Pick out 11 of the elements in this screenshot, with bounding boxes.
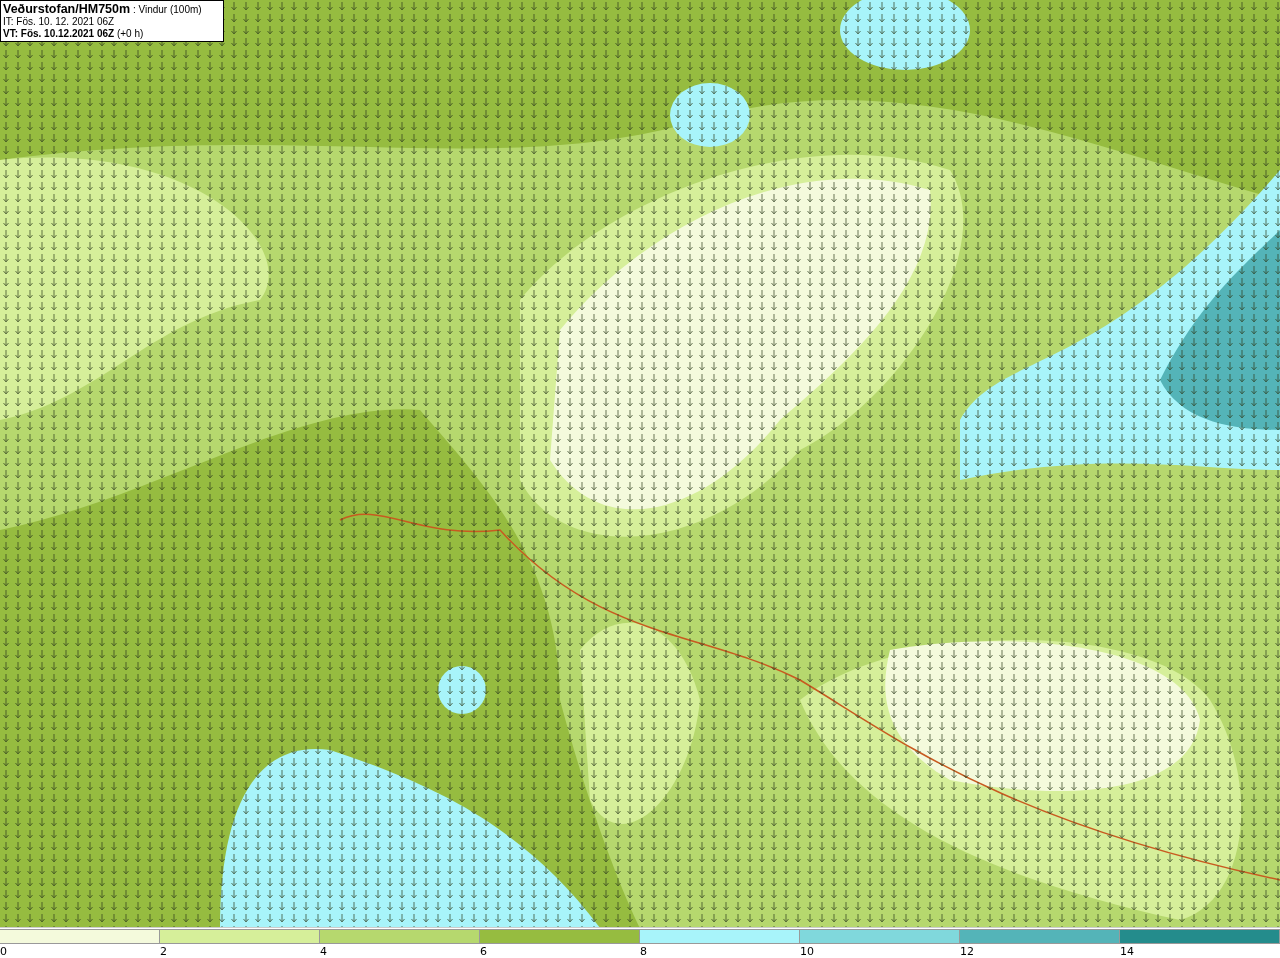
map-title: Veðurstofan/HM750m : Vindur (100m) <box>3 3 203 16</box>
issue-time: IT: Fös. 10. 12. 2021 06Z <box>3 16 116 28</box>
legend-label: 12 <box>960 944 974 958</box>
legend-label: 14 <box>1120 944 1134 958</box>
legend-label: 10 <box>800 944 814 958</box>
legend-label: 8 <box>640 944 647 958</box>
legend-label: 0 <box>0 944 7 958</box>
legend-label: 2 <box>160 944 167 958</box>
legend-label: 4 <box>320 944 327 958</box>
valid-time: VT: Fös. 10.12.2021 06Z (+0 h) <box>3 28 145 40</box>
legend-label: 6 <box>480 944 487 958</box>
